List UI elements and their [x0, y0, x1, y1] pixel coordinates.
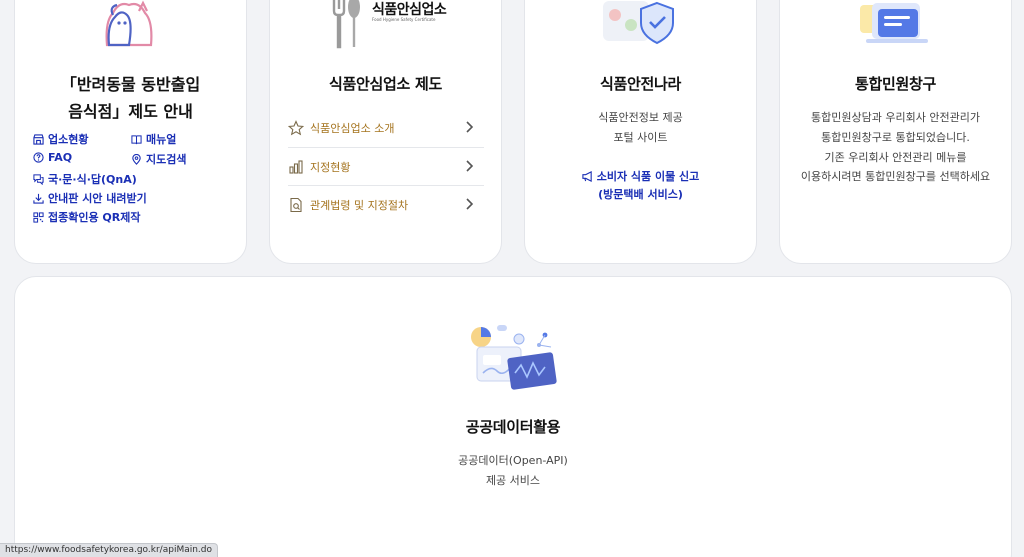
civil-complaint-desc-line3: 기존 우리회사 안전관리 메뉴를 [824, 151, 967, 164]
civil-complaint-desc-line1: 통합민원상담과 우리회사 안전관리가 [811, 111, 980, 124]
map-search-link[interactable]: 지도검색 [131, 151, 186, 167]
menu-item-status-label: 지정현황 [310, 160, 351, 174]
food-safety-korea-title: 식품안전나라 [599, 75, 681, 93]
chat-icon [33, 173, 44, 185]
pet-illustration-icon [105, 0, 153, 47]
report-line2: (방문택배 서비스) [598, 188, 683, 201]
civil-complaint-card[interactable]: 통합민원창구 통합민원상담과 우리회사 안전관리가 통합민원창구로 통합되었습니… [779, 0, 1012, 264]
menu-item-law[interactable]: 관계법령 및 지정절차 [288, 186, 484, 223]
public-data-title: 공공데이터활용 [465, 418, 561, 436]
food-safety-korea-desc-line1: 식품안전정보 제공 [598, 111, 683, 124]
data-dashboard-icon [471, 325, 557, 390]
safe-restaurant-logo: 식품안심업소 Food Hygiene Safety Certificate [328, 0, 448, 49]
menu-item-law-label: 관계법령 및 지정절차 [310, 198, 409, 212]
megaphone-icon [582, 170, 592, 182]
civil-complaint-desc-line4: 이용하시려면 통합민원창구를 선택하세요 [800, 170, 991, 183]
question-circle-icon [33, 152, 44, 163]
chevron-right-icon [466, 198, 474, 210]
pet-card-title-line2: 음식점」제도 안내 [68, 102, 193, 121]
star-icon [288, 119, 304, 135]
sign-download-label: 안내판 시안 내려받기 [48, 192, 147, 205]
map-pin-icon [132, 153, 141, 165]
food-safety-korea-card[interactable]: 식품안전나라 식품안전정보 제공 포털 사이트 소비자 식품 이물 신고 (방문… [524, 0, 757, 264]
store-icon [33, 133, 44, 145]
safe-restaurant-title: 식품안심업소 제도 [329, 75, 442, 93]
faq-label: FAQ [48, 151, 73, 164]
pet-card-title-line1: 「반려동물 동반출입 [60, 75, 201, 94]
public-data-desc-line2: 제공 서비스 [485, 474, 541, 487]
manual-link[interactable]: 매뉴얼 [131, 131, 176, 147]
food-safety-korea-desc-line2: 포털 사이트 [613, 131, 668, 144]
document-search-icon [290, 197, 302, 212]
download-icon [33, 193, 44, 204]
bar-chart-icon [289, 159, 303, 174]
foreign-matter-report-link[interactable]: 소비자 식품 이물 신고 (방문택배 서비스) [525, 168, 756, 204]
qr-make-label: 접종확인용 QR제작 [48, 211, 141, 224]
sign-download-link[interactable]: 안내판 시안 내려받기 [33, 190, 147, 206]
civil-complaint-title: 통합민원창구 [854, 75, 936, 93]
civil-complaint-desc-line2: 통합민원창구로 통합되었습니다. [821, 131, 970, 144]
faq-link[interactable]: FAQ [33, 151, 72, 164]
menu-item-intro[interactable]: 식품안심업소 소개 [288, 109, 484, 146]
menu-item-status[interactable]: 지정현황 [288, 148, 484, 185]
qr-code-icon [33, 211, 44, 223]
safe-restaurant-card: 식품안심업소 Food Hygiene Safety Certificate 식… [269, 0, 502, 264]
menu-item-intro-label: 식품안심업소 소개 [310, 121, 395, 135]
report-line1: 소비자 식품 이물 신고 [596, 170, 700, 183]
manual-label: 매뉴얼 [146, 133, 177, 146]
fork-spoon-icon [332, 0, 360, 49]
chevron-right-icon [466, 160, 474, 172]
safe-restaurant-logo-subtext: Food Hygiene Safety Certificate [372, 17, 436, 22]
browser-status-url: https://www.foodsafetykorea.go.kr/apiMai… [0, 543, 219, 557]
map-search-label: 지도검색 [146, 153, 187, 166]
qr-make-link[interactable]: 접종확인용 QR제작 [33, 209, 141, 225]
chevron-right-icon [466, 121, 474, 133]
pet-restaurant-card: 「반려동물 동반출입 음식점」제도 안내 업소현황 매뉴얼 FAQ 지도검색 국… [14, 0, 247, 264]
public-data-desc-line1: 공공데이터(Open-API) [458, 454, 568, 467]
document-folder-icon [860, 3, 928, 43]
public-data-card[interactable]: 공공데이터활용 공공데이터(Open-API) 제공 서비스 [14, 276, 1012, 557]
shield-check-icon [603, 1, 674, 45]
business-status-label: 업소현황 [48, 133, 89, 146]
book-icon [131, 134, 142, 144]
qna-label: 국·문·식·답(QnA) [48, 173, 137, 186]
business-status-link[interactable]: 업소현황 [33, 131, 88, 147]
qna-link[interactable]: 국·문·식·답(QnA) [33, 171, 137, 187]
